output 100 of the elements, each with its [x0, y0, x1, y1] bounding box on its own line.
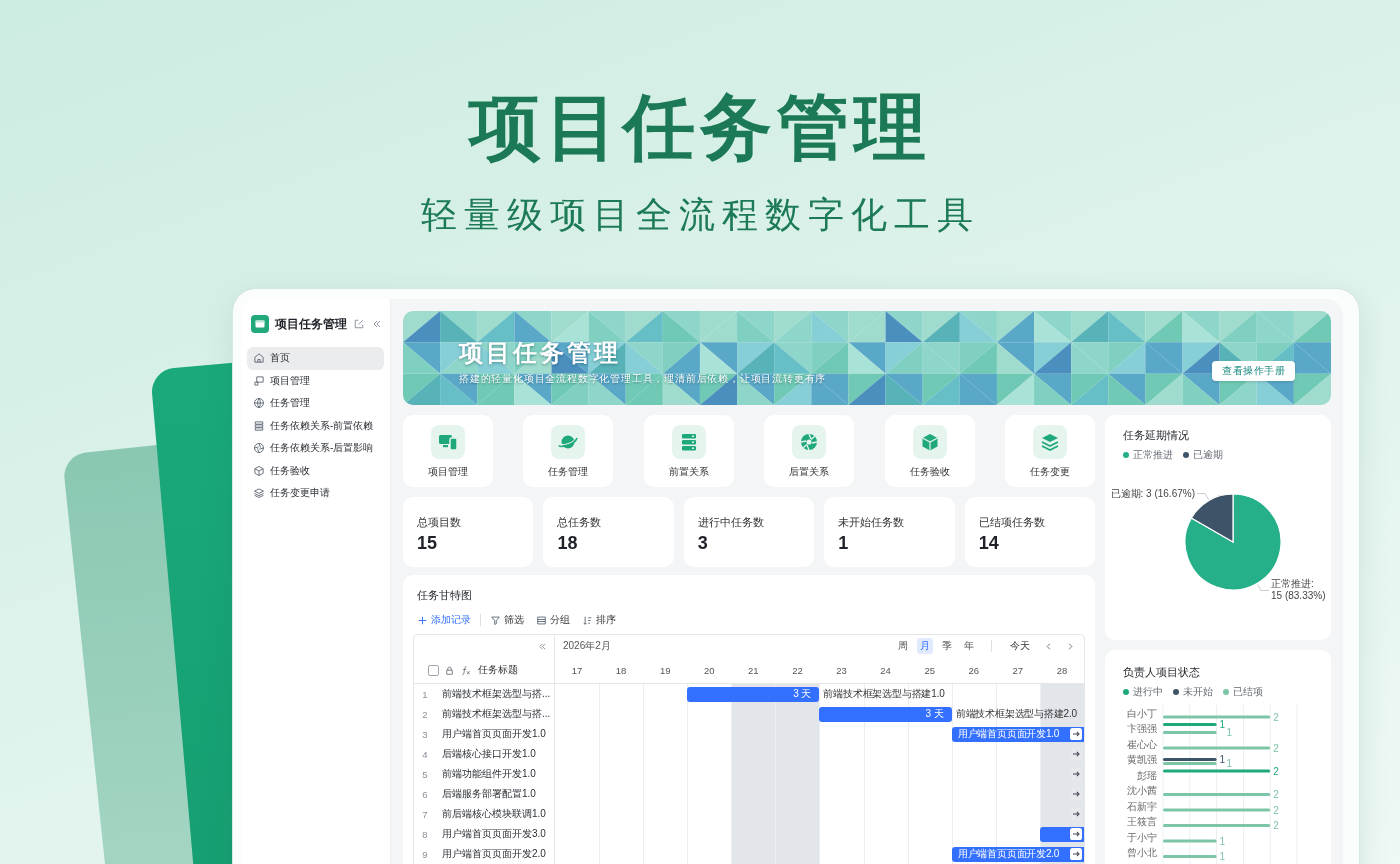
add-record-button[interactable]: 添加记录 — [417, 613, 471, 627]
row-number: 8 — [421, 828, 429, 840]
row-number: 2 — [421, 708, 429, 720]
chart-title: 任务延期情况 — [1122, 428, 1190, 443]
task-title: 前后端核心模块联调1.0 — [441, 807, 546, 821]
sidebar-item[interactable]: 任务依赖关系-后置影响 — [247, 437, 384, 460]
value-label: 2 — [1273, 820, 1279, 831]
arrow-right-icon[interactable] — [1070, 828, 1082, 840]
scale-tab[interactable]: 周 — [895, 638, 911, 654]
day-label: 28 — [1055, 664, 1069, 676]
shortcut-card[interactable]: 任务管理 — [523, 415, 614, 487]
group-button[interactable]: 分组 — [536, 613, 570, 627]
day-label: 22 — [791, 664, 804, 676]
day-label: 19 — [658, 664, 672, 676]
task-bar[interactable]: 3 天 — [687, 686, 820, 702]
day-label: 26 — [967, 664, 981, 676]
day-label: 27 — [1011, 664, 1025, 676]
task-caption: 前端技术框架选型与搭建1.0 — [822, 687, 946, 701]
app-title: 项目任务管理 — [275, 315, 347, 333]
legend-label: 进行中 — [1133, 685, 1163, 699]
stat-value: 15 — [417, 532, 439, 554]
value-label: 1 — [1219, 851, 1226, 862]
shortcut-label: 后置关系 — [789, 466, 830, 478]
value-label: 1 — [1219, 835, 1226, 847]
shortcut-label: 任务管理 — [548, 466, 589, 478]
sidebar-item[interactable]: 首页 — [247, 347, 384, 370]
shortcut-card[interactable]: 后置关系 — [764, 415, 855, 487]
category-label: 王筱言 — [1127, 816, 1157, 827]
checkbox[interactable] — [428, 664, 439, 676]
day-label: 17 — [570, 664, 584, 676]
value-label: 2 — [1273, 804, 1279, 816]
aperture-icon — [792, 425, 827, 459]
task-bar[interactable]: 3 天 — [819, 706, 952, 722]
day-label: 25 — [923, 664, 936, 676]
lock-icon — [444, 664, 455, 676]
arrow-right-icon[interactable] — [1070, 728, 1082, 740]
shortcut-card[interactable]: 项目管理 — [403, 415, 493, 487]
row-number: 6 — [421, 788, 429, 800]
value-label: 2 — [1273, 765, 1279, 777]
task-caption: 前端技术框架选型与搭建2.0 — [954, 707, 1078, 721]
legend-label: 正常推进 — [1133, 448, 1173, 462]
category-label: 黄凯强 — [1127, 754, 1157, 765]
today-button[interactable]: 今天 — [1006, 639, 1034, 653]
row-number: 5 — [421, 768, 429, 780]
category-label: 彭瑶 — [1137, 769, 1157, 781]
task-title: 用户端首页页面开发3.0 — [441, 827, 546, 841]
cube-icon — [253, 464, 265, 477]
task-title: 用户端首页页面开发1.0 — [441, 727, 546, 741]
cube-icon — [912, 425, 947, 459]
shortcut-card[interactable]: 前置关系 — [643, 415, 734, 487]
sidebar-item[interactable]: 任务变更申请 — [247, 482, 384, 505]
task-bar[interactable]: 用户端首页页面开发1.0 — [951, 726, 1084, 742]
month-label: 2026年2月 — [563, 639, 611, 653]
sidebar-item[interactable]: 任务管理 — [247, 392, 384, 415]
arrow-right-icon[interactable] — [1070, 848, 1082, 860]
category-label: 沈小茜 — [1127, 785, 1157, 796]
bar — [1163, 839, 1217, 843]
shortcut-card[interactable]: 任务验收 — [884, 415, 975, 487]
day-label: 23 — [835, 664, 848, 676]
task-title: 后端服务部署配置1.0 — [441, 787, 536, 801]
task-bar[interactable]: 用户端首页页面开发2.0 — [951, 846, 1084, 862]
task-title: 前端技术框架选型与搭... — [441, 687, 551, 701]
sidebar-item[interactable]: 任务依赖关系-前置依赖 — [247, 414, 384, 437]
stat-value: 3 — [697, 532, 709, 554]
value-label: 1 — [1226, 727, 1233, 738]
logo-icon — [251, 315, 269, 333]
double-chevron-icon[interactable] — [371, 318, 383, 330]
stat-label: 进行中任务数 — [697, 515, 765, 529]
slice-label: 已逾期: 3 (16.67%) — [1110, 487, 1195, 500]
value-label: 1 — [1219, 754, 1226, 765]
stat-label: 总任务数 — [557, 515, 603, 529]
formula-icon — [460, 664, 471, 676]
scale-tab[interactable]: 季 — [939, 638, 955, 654]
category-label: 曾小北 — [1127, 847, 1157, 858]
category-label: 石新宇 — [1127, 800, 1157, 812]
banner-title: 项目任务管理 — [459, 339, 622, 367]
stat-value: 14 — [978, 532, 1000, 554]
layers-icon — [253, 487, 265, 500]
legend-label: 已结项 — [1233, 685, 1263, 699]
shortcut-label: 任务验收 — [909, 466, 950, 478]
legend-label: 已逾期 — [1193, 448, 1223, 462]
table-icon — [536, 614, 547, 626]
sidebar-item[interactable]: 项目管理 — [247, 369, 384, 392]
bar — [1163, 723, 1217, 726]
filter-button[interactable]: 筛选 — [490, 613, 524, 627]
filter-icon — [490, 614, 501, 626]
task-title: 后端核心接口开发1.0 — [441, 747, 536, 761]
scale-tab[interactable]: 月 — [917, 638, 933, 654]
row-number: 7 — [421, 808, 429, 820]
value-label: 2 — [1273, 711, 1279, 723]
shortcut-card[interactable]: 任务变更 — [1004, 415, 1095, 487]
manual-button[interactable]: 查看操作手册 — [1212, 361, 1295, 381]
hero-title: 项目任务管理 — [467, 91, 932, 163]
legend-label: 未开始 — [1183, 685, 1213, 699]
sort-icon — [582, 614, 593, 626]
scale-tab[interactable]: 年 — [961, 638, 977, 654]
value-label: 2 — [1273, 742, 1279, 754]
sort-button[interactable]: 排序 — [582, 613, 616, 627]
sidebar-item[interactable]: 任务验收 — [247, 459, 384, 482]
devices-icon — [431, 425, 465, 459]
